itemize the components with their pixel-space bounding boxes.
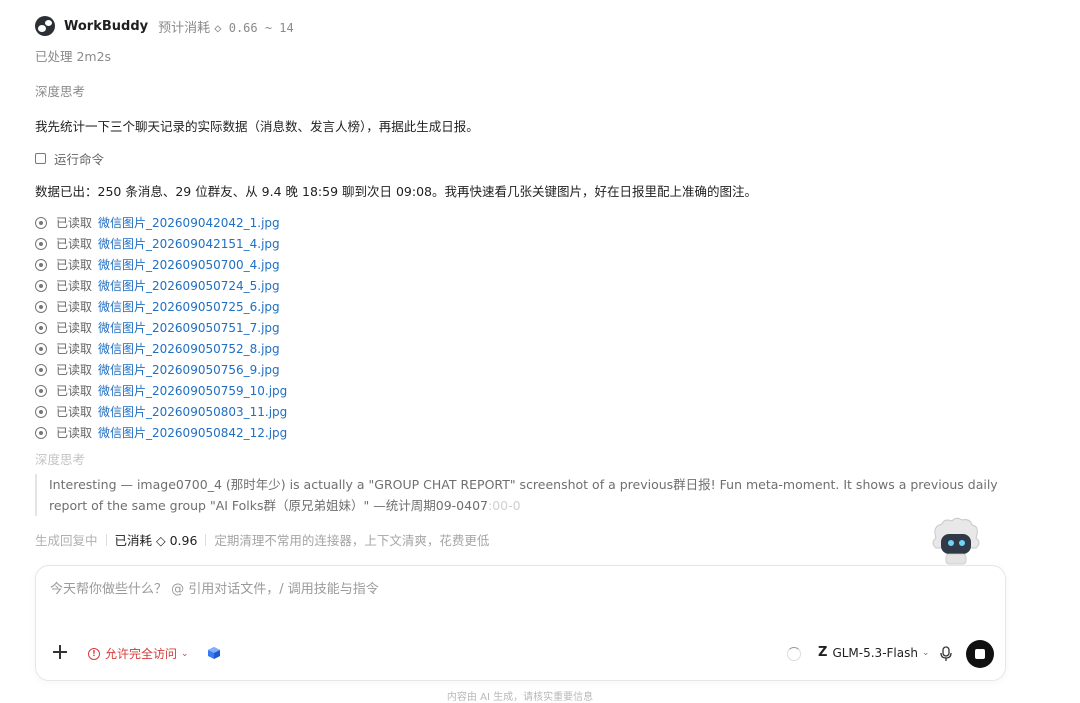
file-read-item: 已读取 微信图片_202609050752_8.jpg	[35, 338, 287, 359]
eye-icon	[35, 237, 47, 250]
eye-icon	[35, 384, 47, 397]
cost-consumed: 已消耗 ◇ 0.96	[114, 533, 198, 548]
file-read-item: 已读取 微信图片_202609050724_5.jpg	[35, 275, 287, 296]
cost-tip: 定期清理不常用的连接器，上下文清爽，花费更低	[214, 533, 490, 548]
chat-input[interactable]: 今天帮你做些什么？ @ 引用对话文件，/ 调用技能与指令	[50, 578, 379, 597]
divider	[105, 533, 107, 546]
stop-generation-button[interactable]	[966, 640, 994, 668]
file-link[interactable]: 微信图片_202609050751_7.jpg	[98, 319, 280, 336]
file-link[interactable]: 微信图片_202609050725_6.jpg	[98, 298, 280, 315]
processed-time: 已处理 2m2s	[35, 49, 112, 64]
assistant-message: 数据已出：250 条消息、29 位群友、从 9.4 晚 18:59 聊到次日 0…	[35, 184, 758, 199]
eye-icon	[35, 216, 47, 229]
file-link[interactable]: 微信图片_202609050842_12.jpg	[98, 424, 287, 441]
eye-icon	[35, 426, 47, 439]
eye-icon	[35, 321, 47, 334]
ai-disclaimer: 内容由 AI 生成，请核实重要信息	[446, 692, 594, 703]
deep-thinking-toggle[interactable]: 深度思考	[35, 81, 85, 100]
terminal-icon	[35, 153, 46, 164]
plugin-cube-icon[interactable]	[207, 646, 221, 660]
message-header: WorkBuddy 预计消耗 ◇ 0.66 ~ 14	[35, 15, 294, 37]
brand-name: WorkBuddy	[64, 18, 149, 34]
file-link[interactable]: 微信图片_202609050756_9.jpg	[98, 361, 280, 378]
file-link[interactable]: 微信图片_202609050724_5.jpg	[98, 277, 280, 294]
generating-label: 生成回复中	[35, 533, 98, 548]
file-read-item: 已读取 微信图片_202609050803_11.jpg	[35, 401, 287, 422]
file-read-item: 已读取 微信图片_202609050759_10.jpg	[35, 380, 287, 401]
eye-icon	[35, 258, 47, 271]
file-read-item: 已读取 微信图片_202609050751_7.jpg	[35, 317, 287, 338]
file-link[interactable]: 微信图片_202609042042_1.jpg	[98, 214, 280, 231]
eye-icon	[35, 363, 47, 376]
workbuddy-logo-icon	[35, 16, 55, 36]
divider	[205, 533, 207, 546]
add-icon[interactable]	[52, 644, 68, 660]
chevron-down-icon: ⌄	[181, 648, 189, 659]
thinking-content: Interesting — image0700_4 (那时年少) is actu…	[35, 474, 1009, 516]
access-mode-dropdown[interactable]: ! 允许完全访问 ⌄	[88, 645, 189, 662]
generation-status: 生成回复中 已消耗 ◇ 0.96 定期清理不常用的连接器，上下文清爽，花费更低	[35, 530, 489, 549]
file-read-item: 已读取 微信图片_202609050756_9.jpg	[35, 359, 287, 380]
zhipu-logo-icon: Z	[818, 645, 828, 660]
estimate-cost: 预计消耗 ◇ 0.66 ~ 14	[158, 20, 294, 36]
warning-icon: !	[88, 647, 100, 660]
file-read-item: 已读取 微信图片_202609050842_12.jpg	[35, 422, 287, 443]
model-selector[interactable]: Z GLM-5.3-Flash ⌄	[818, 645, 930, 660]
file-link[interactable]: 微信图片_202609050759_10.jpg	[98, 382, 287, 399]
file-link[interactable]: 微信图片_202609050752_8.jpg	[98, 340, 280, 357]
microphone-icon[interactable]	[939, 646, 953, 662]
loading-spinner-icon	[787, 647, 801, 661]
file-read-item: 已读取 微信图片_202609050700_4.jpg	[35, 254, 287, 275]
file-link[interactable]: 微信图片_202609050803_11.jpg	[98, 403, 287, 420]
eye-icon	[35, 279, 47, 292]
robot-mascot-icon	[932, 517, 980, 565]
file-read-item: 已读取 微信图片_202609042151_4.jpg	[35, 233, 287, 254]
chevron-down-icon: ⌄	[921, 647, 930, 658]
file-link[interactable]: 微信图片_202609042151_4.jpg	[98, 235, 280, 252]
file-read-item: 已读取 微信图片_202609042042_1.jpg	[35, 212, 287, 233]
eye-icon	[35, 405, 47, 418]
file-read-list: 已读取 微信图片_202609042042_1.jpg 已读取 微信图片_20260…	[35, 212, 287, 443]
assistant-message: 我先统计一下三个聊天记录的实际数据（消息数、发言人榜），再据此生成日报。	[35, 119, 479, 134]
file-link[interactable]: 微信图片_202609050700_4.jpg	[98, 256, 280, 273]
eye-icon	[35, 300, 47, 313]
eye-icon	[35, 342, 47, 355]
run-command-step[interactable]: 运行命令	[35, 149, 104, 168]
file-read-item: 已读取 微信图片_202609050725_6.jpg	[35, 296, 287, 317]
deep-thinking-toggle[interactable]: 深度思考	[35, 449, 85, 468]
